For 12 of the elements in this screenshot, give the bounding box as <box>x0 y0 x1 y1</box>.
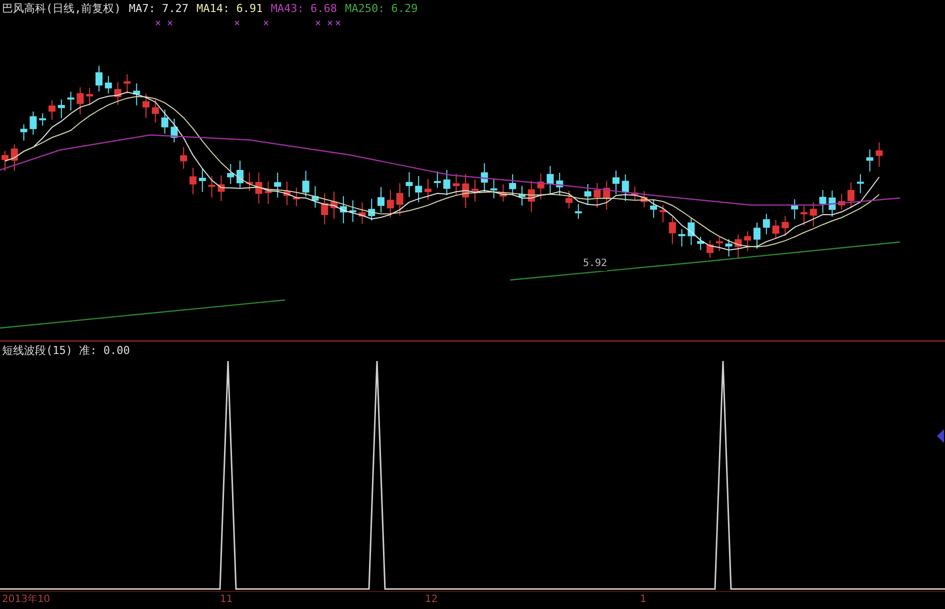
marker-icon <box>937 429 944 443</box>
indicator-label: 短线波段(15) 准: 0.00 <box>2 344 130 357</box>
axis-label: 1 <box>640 593 646 607</box>
moving-average-value: MA7: 7.27 <box>128 1 188 17</box>
stock-title: 巴风高科(日线,前复权) <box>2 1 121 17</box>
moving-average-value: MA250: 6.29 <box>344 1 418 17</box>
price-label: 5.92 <box>583 256 608 271</box>
axis-label: 2013年10 <box>2 593 50 607</box>
moving-average-value: MA14: 6.91 <box>196 1 263 17</box>
axis-label: 11 <box>220 593 233 607</box>
moving-average-value: MA43: 6.68 <box>270 1 337 17</box>
axis-label: 12 <box>425 593 438 607</box>
